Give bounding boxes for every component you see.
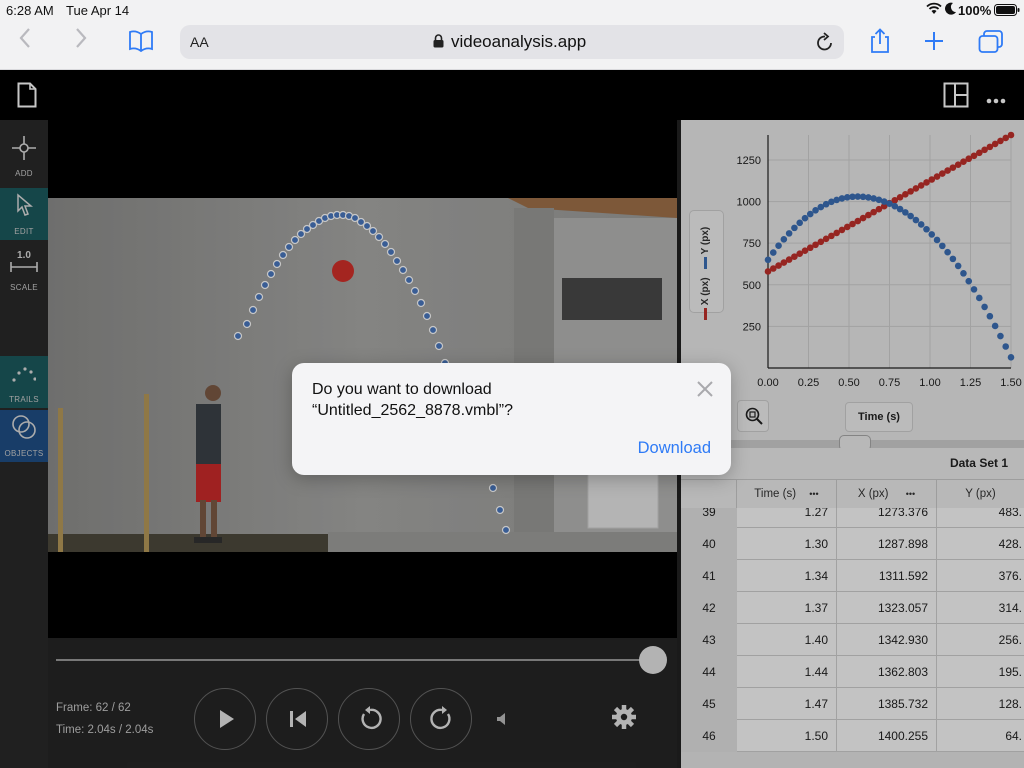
lock-icon: [433, 34, 444, 53]
share-icon[interactable]: [869, 28, 891, 59]
new-tab-icon[interactable]: [923, 30, 945, 57]
reload-icon[interactable]: [816, 32, 834, 57]
download-button[interactable]: Download: [638, 439, 711, 458]
text-size-button[interactable]: AA: [190, 34, 209, 50]
bookmarks-icon[interactable]: [128, 30, 154, 57]
url-text: videoanalysis.app: [451, 32, 587, 51]
status-bar: 6:28 AM Tue Apr 14 100%: [0, 0, 1024, 20]
battery-percent: 100%: [958, 3, 992, 18]
dialog-message-line1: Do you want to download: [312, 381, 492, 398]
close-icon[interactable]: [697, 379, 713, 401]
dialog-message-filename: “Untitled_2562_8878.vmbl”?: [312, 402, 514, 419]
battery-icon: [994, 4, 1020, 19]
browser-toolbar: AA videoanalysis.app: [0, 20, 1024, 70]
wifi-icon: [926, 2, 942, 18]
tabs-icon[interactable]: [978, 30, 1004, 59]
forward-button[interactable]: [74, 27, 88, 56]
moon-icon: [945, 2, 957, 18]
status-time: 6:28 AM: [6, 3, 54, 18]
status-date: Tue Apr 14: [66, 3, 130, 18]
address-bar[interactable]: AA videoanalysis.app: [180, 25, 844, 59]
download-dialog: Do you want to download “Untitled_2562_8…: [292, 363, 731, 475]
dialog-message: Do you want to download “Untitled_2562_8…: [312, 379, 682, 421]
back-button[interactable]: [18, 27, 32, 56]
